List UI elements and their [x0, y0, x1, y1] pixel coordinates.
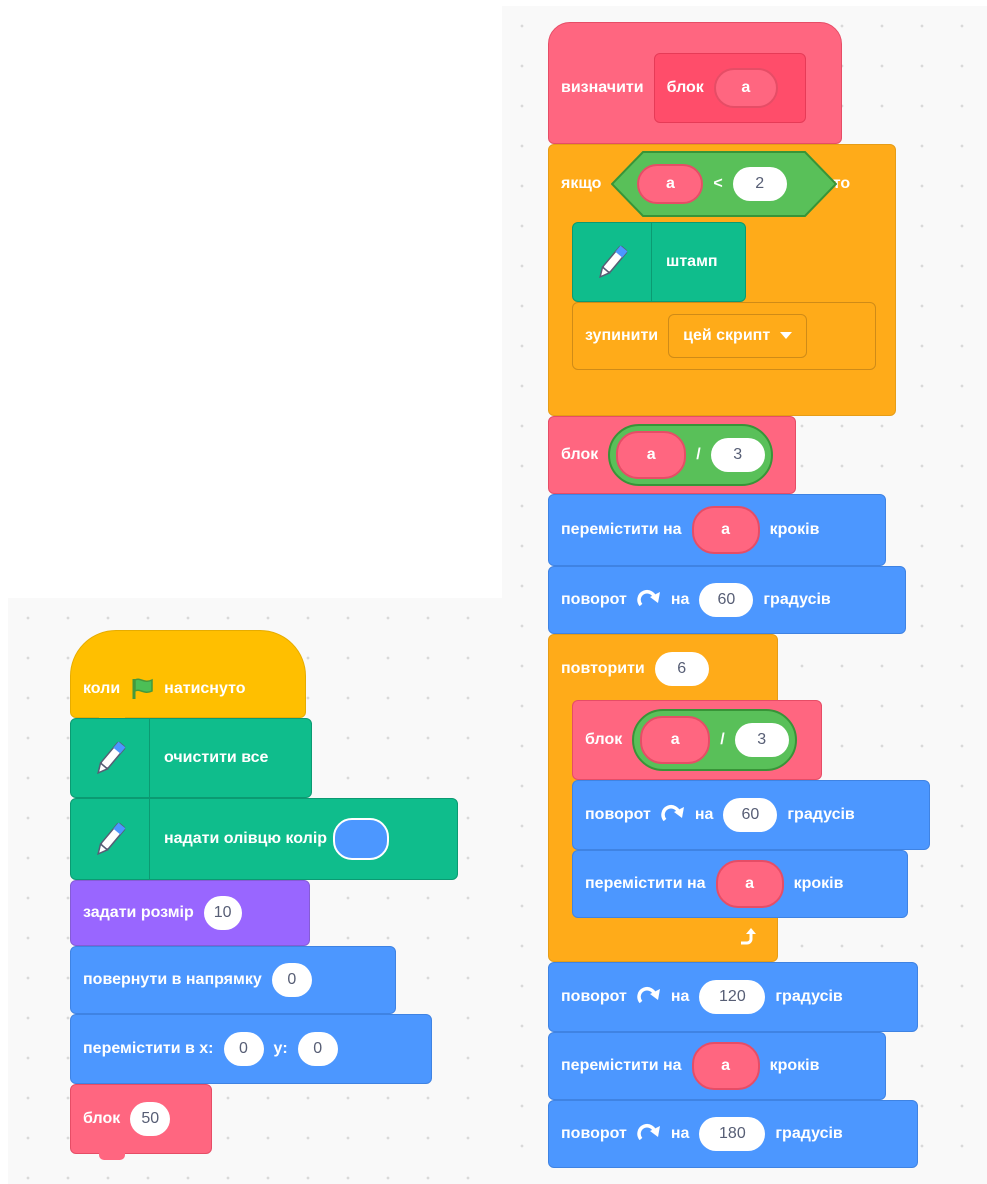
dropdown-arrow-icon — [780, 327, 793, 345]
stop-option-label: цей скрипт — [683, 327, 771, 344]
turn-right-block[interactable]: поворот на 120 градусів — [548, 962, 918, 1032]
move-label: перемістити на — [561, 521, 682, 538]
if-label: якщо — [561, 175, 602, 192]
turn-right-block[interactable]: поворот на 60 градусів — [548, 566, 906, 634]
call-custom-block[interactable]: блок a / 3 — [548, 416, 796, 494]
green-flag-icon — [130, 677, 156, 701]
degrees-label: градусів — [775, 988, 843, 1005]
param-a-reporter[interactable]: a — [637, 164, 704, 204]
divisor-input[interactable]: 3 — [734, 723, 789, 757]
size-input[interactable]: 10 — [203, 896, 242, 930]
param-a-reporter[interactable]: a — [715, 860, 784, 908]
degrees-input[interactable]: 60 — [699, 583, 754, 617]
go-to-xy-block[interactable]: перемістити в x: 0 y: 0 — [70, 1014, 432, 1084]
degrees-input[interactable]: 180 — [699, 1117, 766, 1151]
rotate-right-icon — [637, 986, 661, 1008]
call-block-label: блок — [83, 1110, 121, 1127]
call-block-label: блок — [585, 731, 623, 748]
less-than-symbol: < — [713, 175, 723, 192]
move-steps-block[interactable]: перемістити на a кроків — [548, 494, 886, 566]
turn-label: поворот — [561, 591, 627, 608]
move-steps-block[interactable]: перемістити на a кроків — [548, 1032, 886, 1100]
when-flag-label: коли — [83, 680, 121, 697]
turn-label: поворот — [561, 1125, 627, 1142]
degrees-input[interactable]: 120 — [699, 980, 766, 1014]
move-label: перемістити на — [561, 1057, 682, 1074]
stop-option-dropdown[interactable]: цей скрипт — [668, 314, 808, 358]
steps-label: кроків — [769, 521, 820, 538]
param-a-reporter[interactable]: a — [691, 1042, 760, 1090]
divide-symbol: / — [696, 446, 701, 463]
repeat-count-input[interactable]: 6 — [654, 652, 709, 686]
turn-label: поворот — [561, 988, 627, 1005]
turn-on-label: на — [670, 591, 690, 608]
turn-right-block[interactable]: поворот на 180 градусів — [548, 1100, 918, 1168]
x-input[interactable]: 0 — [223, 1032, 264, 1066]
repeat-label: повторити — [561, 660, 645, 677]
divide-symbol: / — [720, 731, 725, 748]
stop-label: зупинити — [585, 327, 659, 344]
degrees-label: градусів — [775, 1125, 843, 1142]
move-steps-block[interactable]: перемістити на a кроків — [572, 850, 908, 918]
steps-label: кроків — [793, 875, 844, 892]
param-a-reporter[interactable]: a — [640, 716, 711, 764]
stamp-label: штамп — [666, 253, 718, 270]
define-block[interactable]: визначити блок a — [548, 22, 842, 144]
stamp-block[interactable]: штамп — [572, 222, 746, 302]
rotate-right-icon — [661, 804, 685, 826]
less-than-operator[interactable]: a < 2 — [611, 151, 838, 217]
direction-input[interactable]: 0 — [271, 963, 312, 997]
degrees-input[interactable]: 60 — [723, 798, 778, 832]
clicked-label: натиснуто — [164, 680, 246, 697]
block-notch — [99, 1153, 125, 1160]
y-label: y: — [273, 1040, 288, 1057]
turn-label: поворот — [585, 806, 651, 823]
turn-on-label: на — [670, 1125, 690, 1142]
prototype-label: блок — [666, 79, 704, 96]
param-a-reporter[interactable]: a — [691, 506, 760, 554]
pen-clear-block[interactable]: очистити все — [70, 718, 312, 798]
divisor-input[interactable]: 3 — [710, 438, 765, 472]
clear-label: очистити все — [164, 749, 269, 766]
pen-color-swatch[interactable] — [333, 818, 390, 860]
call-custom-block[interactable]: блок a / 3 — [572, 700, 822, 780]
rotate-right-icon — [637, 589, 661, 611]
param-a-reporter[interactable]: a — [616, 431, 687, 479]
define-prototype: блок a — [653, 53, 806, 123]
stop-block[interactable]: зупинити цей скрипт — [572, 302, 876, 370]
turn-on-label: на — [670, 988, 690, 1005]
divide-operator[interactable]: a / 3 — [632, 709, 797, 771]
loop-arrow-icon — [737, 927, 757, 952]
rotate-right-icon — [637, 1123, 661, 1145]
set-size-block[interactable]: задати розмір 10 — [70, 880, 310, 946]
point-direction-label: повернути в напрямку — [83, 971, 262, 988]
point-in-direction-block[interactable]: повернути в напрямку 0 — [70, 946, 396, 1014]
y-input[interactable]: 0 — [297, 1032, 338, 1066]
set-pen-color-label: надати олівцю колір — [164, 830, 328, 847]
when-flag-clicked-block[interactable]: коли натиснуто — [70, 630, 306, 724]
pen-icon — [71, 799, 150, 879]
divide-operator[interactable]: a / 3 — [608, 424, 773, 486]
steps-label: кроків — [769, 1057, 820, 1074]
call-block-label: блок — [561, 446, 599, 463]
call-block-input[interactable]: 50 — [130, 1102, 171, 1136]
go-to-label: перемістити в x: — [83, 1040, 214, 1057]
pen-icon — [71, 719, 150, 797]
define-label: визначити — [561, 79, 644, 96]
set-size-label: задати розмір — [83, 904, 194, 921]
degrees-label: градусів — [787, 806, 855, 823]
move-label: перемістити на — [585, 875, 706, 892]
set-pen-color-block[interactable]: надати олівцю колір — [70, 798, 458, 880]
pen-icon — [573, 223, 652, 301]
degrees-label: градусів — [763, 591, 831, 608]
compare-input[interactable]: 2 — [732, 167, 787, 201]
call-custom-block[interactable]: блок 50 — [70, 1084, 212, 1160]
turn-right-block[interactable]: поворот на 60 градусів — [572, 780, 930, 850]
param-a-reporter[interactable]: a — [713, 68, 778, 108]
turn-on-label: на — [694, 806, 714, 823]
